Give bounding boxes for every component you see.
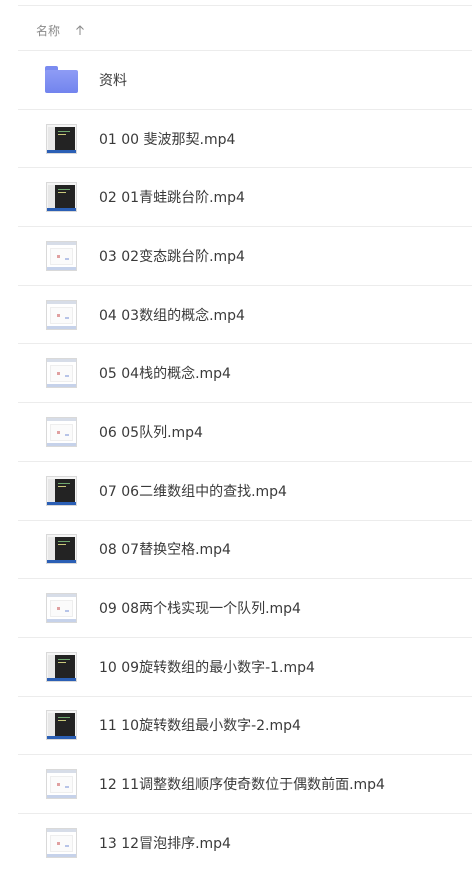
file-name: 12 11调整数组顺序使奇数位于偶数前面.mp4 [99, 777, 385, 794]
file-name: 10 09旋转数组的最小数字-1.mp4 [99, 659, 315, 676]
file-list: 资料 01 00 斐波那契.mp4 02 01青蛙跳台阶.mp4 03 02变态跳台阶… [18, 50, 472, 872]
folder-row[interactable]: 资料 [18, 50, 472, 109]
video-thumbnail-icon [44, 299, 78, 330]
file-row[interactable]: 11 10旋转数组最小数字-2.mp4 [18, 695, 472, 755]
video-thumbnail-icon [44, 123, 78, 154]
top-divider [18, 0, 472, 6]
video-thumbnail-icon [44, 534, 78, 565]
file-name: 03 02变态跳台阶.mp4 [99, 248, 245, 265]
file-row[interactable]: 08 07替换空格.mp4 [18, 519, 472, 579]
file-name: 13 12冒泡排序.mp4 [99, 835, 231, 852]
file-name: 07 06二维数组中的查找.mp4 [99, 483, 287, 500]
file-name: 06 05队列.mp4 [99, 424, 203, 441]
file-row[interactable]: 07 06二维数组中的查找.mp4 [18, 460, 472, 520]
file-name: 04 03数组的概念.mp4 [99, 307, 245, 324]
file-row[interactable]: 13 12冒泡排序.mp4 [18, 812, 472, 872]
video-thumbnail-icon [44, 182, 78, 213]
file-name: 02 01青蛙跳台阶.mp4 [99, 190, 245, 207]
file-name: 01 00 斐波那契.mp4 [99, 131, 236, 148]
video-thumbnail-icon [44, 240, 78, 271]
video-thumbnail-icon [44, 651, 78, 682]
video-thumbnail-icon [44, 593, 78, 624]
video-thumbnail-icon [44, 475, 78, 506]
video-thumbnail-icon [44, 416, 78, 447]
video-thumbnail-icon [44, 358, 78, 389]
folder-icon [44, 65, 78, 95]
file-row[interactable]: 01 00 斐波那契.mp4 [18, 108, 472, 168]
file-name: 资料 [99, 72, 127, 89]
file-name: 05 04栈的概念.mp4 [99, 366, 231, 383]
arrow-up-icon[interactable] [74, 24, 86, 36]
file-row[interactable]: 03 02变态跳台阶.mp4 [18, 226, 472, 285]
column-header-label: 名称 [36, 23, 61, 38]
video-thumbnail-icon [44, 710, 78, 741]
file-row[interactable]: 02 01青蛙跳台阶.mp4 [18, 167, 472, 226]
column-header-name[interactable]: 名称 [36, 20, 86, 40]
file-name: 08 07替换空格.mp4 [99, 542, 231, 559]
file-row[interactable]: 10 09旋转数组的最小数字-1.mp4 [18, 636, 472, 696]
video-thumbnail-icon [44, 827, 78, 858]
file-name: 09 08两个栈实现一个队列.mp4 [99, 601, 301, 618]
video-thumbnail-icon [44, 769, 78, 800]
file-row[interactable]: 09 08两个栈实现一个队列.mp4 [18, 578, 472, 637]
file-row[interactable]: 12 11调整数组顺序使奇数位于偶数前面.mp4 [18, 754, 472, 813]
file-name: 11 10旋转数组最小数字-2.mp4 [99, 718, 301, 735]
file-browser: 名称 资料 01 00 斐波那契.mp4 02 01青蛙跳台阶.mp4 03 02变态… [0, 0, 474, 872]
file-row[interactable]: 05 04栈的概念.mp4 [18, 343, 472, 402]
file-row[interactable]: 04 03数组的概念.mp4 [18, 284, 472, 344]
file-row[interactable]: 06 05队列.mp4 [18, 402, 472, 461]
